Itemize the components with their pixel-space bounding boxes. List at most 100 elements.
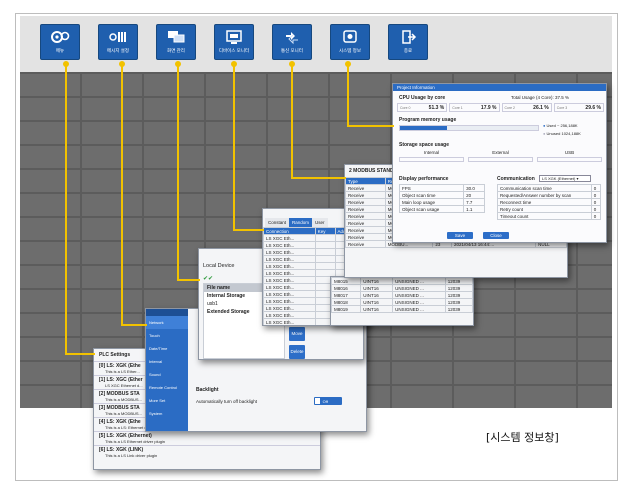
device-values-table: M8015 UINT16 UNSIGNED ... 12039 M8016 UINT16… (331, 277, 473, 313)
comm-heading: Communication (497, 176, 535, 182)
backlight-desc: Automatically turn off backlight (196, 399, 257, 404)
cpu-core-row: Core 0 51.3 % Core 1 17.9 % Core 2 26.1 % C… (397, 103, 604, 112)
storage-internal: Internal (399, 150, 464, 168)
device-monitor-button[interactable]: 디바이스 모니터 (214, 24, 254, 60)
cpu-core-0: Core 0 51.3 % (397, 103, 448, 112)
table-row: Retry count 0 (497, 205, 602, 213)
table-row: Communication scan time 0 (497, 184, 602, 192)
storage-usb: USB (537, 150, 602, 168)
display-table: FPS 30.0 Object scan time 20 Main loop usa… (398, 184, 485, 213)
tab-constant[interactable]: Constant (265, 218, 290, 227)
backlight-heading: Backlight (196, 387, 219, 393)
storage-external: External (468, 150, 533, 168)
settings-sidebar: Network Touch Date/Time Interval Sound R… (146, 309, 188, 431)
tab-user[interactable]: User (312, 218, 328, 227)
connector-line (347, 64, 349, 126)
table-row[interactable]: M8015 UINT16 UNSIGNED ... 12039 (331, 277, 473, 285)
table-row: Object scan time 20 (398, 191, 485, 199)
comm-select[interactable]: LS XGK (Ethernet) ▾ (539, 175, 591, 182)
memory-bar-fill (400, 126, 447, 130)
close-button[interactable]: Close (483, 232, 509, 239)
menu-button[interactable]: 메뉴 (40, 24, 80, 60)
connector-dot (289, 61, 295, 67)
connector-line (65, 353, 95, 355)
connector-line (291, 64, 293, 178)
tab-network[interactable]: Network (146, 316, 188, 329)
message-settings-button[interactable]: 메시지 설정 (98, 24, 138, 60)
memory-used: ● Used ~ 256,188K (543, 123, 578, 128)
comm-stats-table: Communication scan time 0 Requested/Answe… (497, 184, 602, 220)
plc-list-item[interactable]: [5] LS: XGK (Ethernet) This is a LS Ether… (94, 431, 320, 445)
exit-label: 종료 (403, 48, 413, 53)
connector-line (177, 279, 200, 281)
cpu-core-3: Core 3 29.6 % (553, 103, 604, 112)
system-info-window: Project Information CPU Usage by core To… (392, 83, 607, 243)
table-row[interactable]: M8016 UINT16 UNSIGNED ... 12039 (331, 284, 473, 292)
gears-icon (51, 31, 70, 43)
tab-interval[interactable]: Interval (146, 355, 188, 368)
backlight-toggle[interactable]: Off (314, 397, 342, 405)
connector-line (233, 229, 264, 231)
table-row: Object scan usage 1.1 (398, 205, 485, 213)
connector-line (121, 324, 147, 326)
display-heading: Display performance (399, 176, 449, 182)
comm-monitor-button[interactable]: 통신 모니터 (272, 24, 312, 60)
cpu-total: Total Usage (4 Core): 37.5 % (511, 95, 570, 100)
tab-touch[interactable]: Touch (146, 329, 188, 342)
message-settings-icon (109, 32, 126, 42)
tab-remote-control[interactable]: Remote Control (146, 381, 188, 394)
cpu-core-1: Core 1 17.9 % (449, 103, 500, 112)
table-row[interactable]: M8017 UINT16 UNSIGNED ... 12039 (331, 291, 473, 299)
tab-random[interactable]: Random (289, 218, 313, 227)
connector-dot (119, 61, 125, 67)
connector-line (233, 64, 235, 230)
storage-heading: Storage space usage (399, 142, 450, 148)
connector-dot (63, 61, 69, 67)
cpu-heading: CPU Usage by core (399, 95, 446, 101)
memory-bar (399, 125, 539, 131)
tab-system[interactable]: System (146, 407, 188, 420)
connector-dot (231, 61, 237, 67)
memory-free: ● Unused 1024,188K (543, 131, 581, 136)
exit-icon (402, 30, 417, 44)
storage-usage-row: Internal External USB (399, 150, 602, 168)
connector-line (177, 64, 179, 280)
memory-heading: Program memory usage (399, 117, 457, 123)
top-toolbar: 메뉴 메시지 설정 화면 관리 디바이스 모니터 통신 모니터 시스템 정보 종… (20, 16, 612, 72)
tab-datetime[interactable]: Date/Time (146, 342, 188, 355)
move-button[interactable]: Move (289, 327, 305, 341)
plc-list-item[interactable]: [6] LS: XGK (LINK) This is a LS Link driv… (94, 445, 320, 459)
table-row: Timeout count 0 (497, 212, 602, 220)
tab-more-set[interactable]: More Set (146, 394, 188, 407)
check-icon: ✔✔ (203, 276, 214, 282)
table-row[interactable]: M8019 UINT16 UNSIGNED ... 12039 (331, 305, 473, 313)
comm-monitor-icon (286, 32, 298, 45)
connector-dot (175, 61, 181, 67)
system-info-label: 시스템 정보 (339, 48, 361, 53)
storage-title: Local Device (203, 263, 235, 269)
backlight-toggle-label: Off (322, 399, 328, 404)
connector-line (347, 125, 394, 127)
screen-manage-icon (168, 31, 185, 43)
screen-manage-label: 화면 관리 (167, 48, 185, 53)
table-row[interactable]: M8018 UINT16 UNSIGNED ... 12039 (331, 298, 473, 306)
message-settings-label: 메시지 설정 (107, 48, 129, 53)
connector-line (121, 64, 123, 325)
table-row: Reconnect time 0 (497, 198, 602, 206)
device-monitor-icon (226, 30, 242, 44)
tab-sound[interactable]: Sound (146, 368, 188, 381)
system-info-button[interactable]: 시스템 정보 (330, 24, 370, 60)
device-monitor-label: 디바이스 모니터 (218, 48, 250, 53)
connector-line (65, 64, 67, 354)
screen-manage-button[interactable]: 화면 관리 (156, 24, 196, 60)
system-info-titlebar: Project Information (393, 84, 606, 91)
save-button[interactable]: Save (447, 232, 473, 239)
exit-button[interactable]: 종료 (388, 24, 428, 60)
figure-caption: [시스템 정보창] (486, 431, 559, 444)
table-row: Main loop usage 7.7 (398, 198, 485, 206)
system-info-icon (343, 30, 357, 43)
cpu-core-2: Core 2 26.1 % (501, 103, 552, 112)
comm-monitor-label: 통신 모니터 (281, 48, 303, 53)
connector-dot (345, 61, 351, 67)
delete-button[interactable]: Delete (289, 345, 305, 359)
